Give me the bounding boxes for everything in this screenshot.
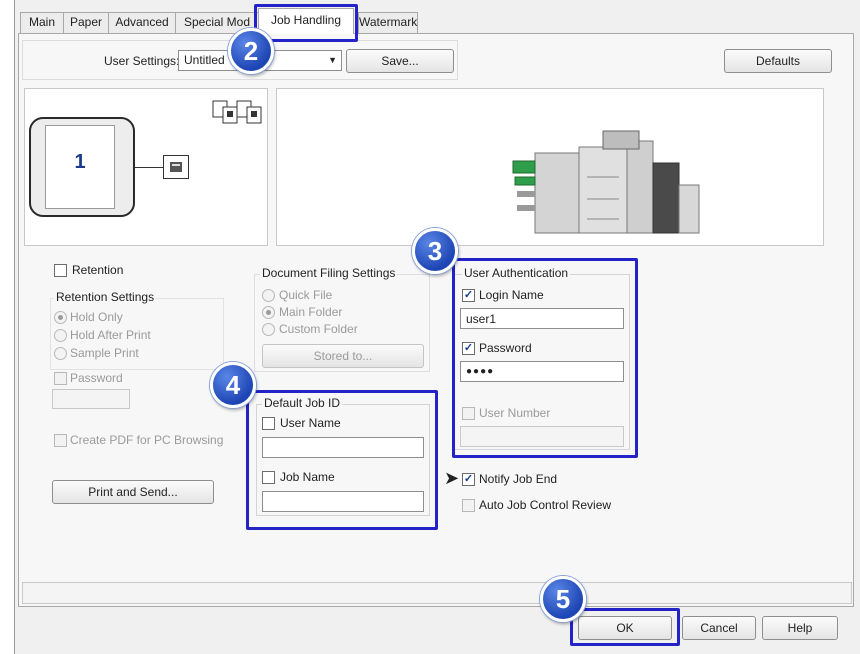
custom-folder-radio[interactable] [262, 323, 275, 336]
sample-print-radio[interactable] [54, 347, 67, 360]
printer-image [512, 130, 700, 234]
retention-label: Retention [72, 263, 124, 277]
status-strip [22, 582, 852, 604]
quick-file-label: Quick File [279, 288, 333, 302]
main-folder-radio[interactable] [262, 306, 275, 319]
page-preview: 1 [24, 88, 268, 246]
highlight-default-job-id [246, 390, 438, 530]
tab-watermarks[interactable]: Watermarks [358, 12, 418, 33]
custom-folder-label: Custom Folder [279, 322, 358, 336]
defaults-button[interactable]: Defaults [724, 49, 832, 73]
document-filing-title: Document Filing Settings [260, 266, 398, 280]
step-badge-2: 2 [228, 28, 274, 74]
save-button[interactable]: Save... [346, 49, 454, 73]
cursor-arrow-icon: ➤ [444, 468, 460, 488]
quick-file-radio[interactable] [262, 289, 275, 302]
printer-preview [276, 88, 824, 246]
print-and-send-button[interactable]: Print and Send... [52, 480, 214, 504]
stored-to-button[interactable]: Stored to... [262, 344, 424, 368]
connector-line [135, 167, 163, 168]
highlight-user-authentication [452, 258, 638, 458]
highlight-ok-button [570, 608, 680, 646]
help-button[interactable]: Help [762, 616, 838, 640]
tab-main[interactable]: Main [20, 12, 64, 33]
output-icon [163, 155, 189, 179]
tab-advanced[interactable]: Advanced [108, 12, 176, 33]
chevron-down-icon: ▼ [328, 55, 337, 65]
notify-job-end-checkbox[interactable]: ✓ [462, 473, 475, 486]
page-number: 1 [74, 151, 86, 173]
hold-only-radio[interactable] [54, 311, 67, 324]
cancel-button[interactable]: Cancel [682, 616, 756, 640]
retention-password-label: Password [70, 371, 123, 385]
main-folder-label: Main Folder [279, 305, 343, 319]
step-badge-3: 3 [412, 228, 458, 274]
hold-after-print-label: Hold After Print [70, 328, 151, 342]
collate-icon [211, 97, 265, 140]
user-settings-label: User Settings: [104, 54, 180, 68]
retention-checkbox[interactable] [54, 264, 67, 277]
auto-job-control-label: Auto Job Control Review [479, 498, 612, 512]
tab-paper[interactable]: Paper [63, 12, 109, 33]
notify-job-end-label: Notify Job End [479, 472, 558, 486]
create-pdf-checkbox[interactable] [54, 434, 67, 447]
retention-password-checkbox[interactable] [54, 372, 67, 385]
retention-settings-title: Retention Settings [54, 290, 157, 304]
step-badge-4: 4 [210, 362, 256, 408]
retention-password-field[interactable] [52, 389, 130, 409]
step-badge-5: 5 [540, 576, 586, 622]
create-pdf-label: Create PDF for PC Browsing [70, 433, 224, 447]
highlight-job-handling-tab [254, 4, 358, 42]
hold-after-print-radio[interactable] [54, 329, 67, 342]
hold-only-label: Hold Only [70, 310, 123, 324]
auto-job-control-checkbox[interactable] [462, 499, 475, 512]
user-settings-value: Untitled [184, 53, 225, 67]
sample-print-label: Sample Print [70, 346, 139, 360]
